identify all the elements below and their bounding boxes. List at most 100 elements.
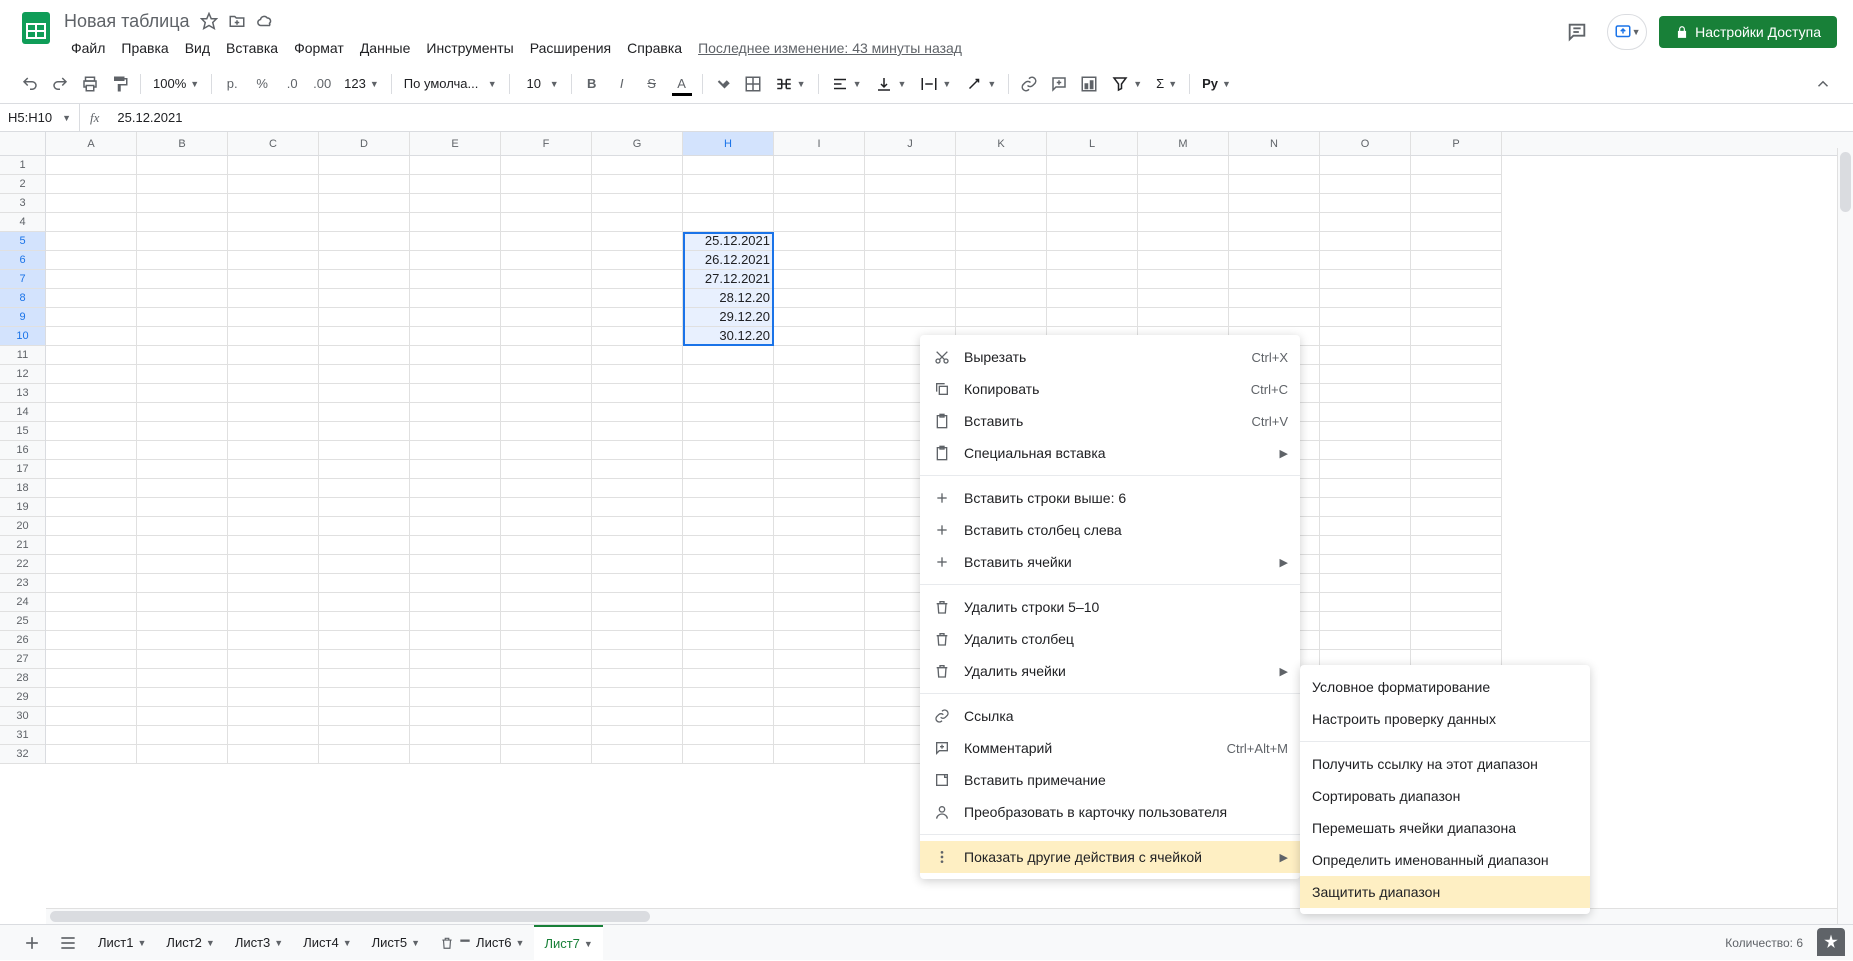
explore-icon[interactable]	[1817, 928, 1845, 956]
sheet-tab-Лист7[interactable]: Лист7▼	[534, 925, 602, 961]
cell-K8[interactable]	[956, 289, 1047, 308]
ctx-Преобразовать в карточку пользователя[interactable]: Преобразовать в карточку пользователя	[920, 796, 1300, 828]
cell-E18[interactable]	[410, 479, 501, 498]
cell-G16[interactable]	[592, 441, 683, 460]
status-text[interactable]: Количество: 6	[1725, 936, 1803, 950]
cell-E7[interactable]	[410, 270, 501, 289]
ctx-Вставить строки выше: 6[interactable]: Вставить строки выше: 6	[920, 482, 1300, 514]
cell-C12[interactable]	[228, 365, 319, 384]
cell-F24[interactable]	[501, 593, 592, 612]
cell-E2[interactable]	[410, 175, 501, 194]
cell-F21[interactable]	[501, 536, 592, 555]
cell-L8[interactable]	[1047, 289, 1138, 308]
cell-O16[interactable]	[1320, 441, 1411, 460]
cell-P24[interactable]	[1411, 593, 1502, 612]
functions-icon[interactable]: Σ▼	[1150, 70, 1183, 98]
cell-A12[interactable]	[46, 365, 137, 384]
col-header-D[interactable]: D	[319, 132, 410, 155]
cell-A8[interactable]	[46, 289, 137, 308]
cell-B12[interactable]	[137, 365, 228, 384]
cell-H27[interactable]	[683, 650, 774, 669]
cell-E30[interactable]	[410, 707, 501, 726]
cell-F18[interactable]	[501, 479, 592, 498]
chevron-down-icon[interactable]: ▼	[206, 938, 215, 948]
cell-A5[interactable]	[46, 232, 137, 251]
cell-F11[interactable]	[501, 346, 592, 365]
col-header-A[interactable]: A	[46, 132, 137, 155]
cell-F2[interactable]	[501, 175, 592, 194]
cell-E16[interactable]	[410, 441, 501, 460]
row-header-19[interactable]: 19	[0, 498, 45, 517]
cell-E22[interactable]	[410, 555, 501, 574]
row-header-28[interactable]: 28	[0, 669, 45, 688]
submenu-Настроить проверку данных[interactable]: Настроить проверку данных	[1300, 703, 1590, 735]
redo-icon[interactable]	[46, 70, 74, 98]
cell-D1[interactable]	[319, 156, 410, 175]
cell-A14[interactable]	[46, 403, 137, 422]
cell-H17[interactable]	[683, 460, 774, 479]
cell-E9[interactable]	[410, 308, 501, 327]
cell-C28[interactable]	[228, 669, 319, 688]
cell-F4[interactable]	[501, 213, 592, 232]
cell-A30[interactable]	[46, 707, 137, 726]
cell-E4[interactable]	[410, 213, 501, 232]
cell-D20[interactable]	[319, 517, 410, 536]
cell-G18[interactable]	[592, 479, 683, 498]
cell-F25[interactable]	[501, 612, 592, 631]
cell-G5[interactable]	[592, 232, 683, 251]
cell-B28[interactable]	[137, 669, 228, 688]
menu-Формат[interactable]: Формат	[287, 36, 351, 60]
cell-B6[interactable]	[137, 251, 228, 270]
ctx-Вставить столбец слева[interactable]: Вставить столбец слева	[920, 514, 1300, 546]
move-icon[interactable]	[228, 12, 246, 30]
cell-A27[interactable]	[46, 650, 137, 669]
font-dropdown[interactable]: По умолча...▼	[398, 70, 503, 98]
cell-A11[interactable]	[46, 346, 137, 365]
menu-Вставка[interactable]: Вставка	[219, 36, 285, 60]
bold-icon[interactable]: B	[578, 70, 606, 98]
cell-H18[interactable]	[683, 479, 774, 498]
cell-P14[interactable]	[1411, 403, 1502, 422]
cell-K3[interactable]	[956, 194, 1047, 213]
submenu-Получить ссылку на этот диапазон[interactable]: Получить ссылку на этот диапазон	[1300, 748, 1590, 780]
cell-H32[interactable]	[683, 745, 774, 764]
cell-H31[interactable]	[683, 726, 774, 745]
cell-B1[interactable]	[137, 156, 228, 175]
cell-I12[interactable]	[774, 365, 865, 384]
sheet-tab-Лист4[interactable]: Лист4▼	[293, 925, 361, 961]
cell-D10[interactable]	[319, 327, 410, 346]
cell-P25[interactable]	[1411, 612, 1502, 631]
cell-D12[interactable]	[319, 365, 410, 384]
cell-B19[interactable]	[137, 498, 228, 517]
cell-O4[interactable]	[1320, 213, 1411, 232]
cell-I25[interactable]	[774, 612, 865, 631]
addons-icon[interactable]: Рy▼	[1196, 70, 1237, 98]
cell-A32[interactable]	[46, 745, 137, 764]
cell-C10[interactable]	[228, 327, 319, 346]
cell-B24[interactable]	[137, 593, 228, 612]
cell-O18[interactable]	[1320, 479, 1411, 498]
cell-F32[interactable]	[501, 745, 592, 764]
cell-E6[interactable]	[410, 251, 501, 270]
cell-P22[interactable]	[1411, 555, 1502, 574]
cell-O10[interactable]	[1320, 327, 1411, 346]
cloud-icon[interactable]	[256, 12, 274, 30]
cell-H6[interactable]: 26.12.2021	[683, 251, 774, 270]
cell-F19[interactable]	[501, 498, 592, 517]
cell-D11[interactable]	[319, 346, 410, 365]
cell-A10[interactable]	[46, 327, 137, 346]
row-header-1[interactable]: 1	[0, 156, 45, 175]
cell-J4[interactable]	[865, 213, 956, 232]
chevron-down-icon[interactable]: ▼	[584, 939, 593, 949]
cell-K1[interactable]	[956, 156, 1047, 175]
cell-C21[interactable]	[228, 536, 319, 555]
cell-A18[interactable]	[46, 479, 137, 498]
cell-O2[interactable]	[1320, 175, 1411, 194]
cell-H30[interactable]	[683, 707, 774, 726]
cell-O5[interactable]	[1320, 232, 1411, 251]
cell-O12[interactable]	[1320, 365, 1411, 384]
cell-M8[interactable]	[1138, 289, 1229, 308]
cell-J1[interactable]	[865, 156, 956, 175]
cell-N8[interactable]	[1229, 289, 1320, 308]
cell-F15[interactable]	[501, 422, 592, 441]
